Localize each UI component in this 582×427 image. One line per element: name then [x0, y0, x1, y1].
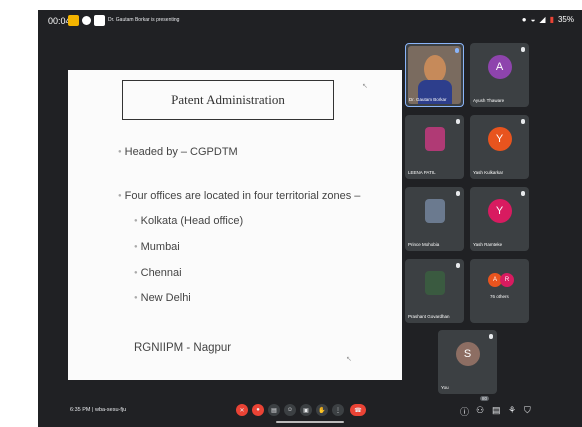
system-indicators: ● ◒ ◢ ▮ 35% — [522, 15, 574, 24]
presenting-label: Dr. Gautam Borkar is presenting — [108, 17, 180, 23]
host-controls-icon[interactable]: ⛉ — [524, 405, 531, 416]
participant-tile[interactable]: A Ayush Thaware — [470, 43, 529, 107]
participant-name: LEENA PATIL — [408, 170, 436, 175]
headed-by-line: ● Headed by – CGPDTM — [118, 146, 238, 158]
mic-off-icon — [456, 119, 460, 124]
raise-hand-button[interactable]: ✋ — [316, 404, 328, 416]
present-button[interactable]: ▣ — [300, 404, 312, 416]
speaking-icon — [455, 48, 459, 53]
mic-off-icon — [521, 47, 525, 52]
mic-off-icon — [521, 119, 525, 124]
participant-tile[interactable]: LEENA PATIL — [405, 115, 464, 179]
participant-name: Yash Kulkarkar — [473, 170, 504, 175]
participant-count-badge: 80 — [480, 396, 490, 401]
avatar: Y — [487, 127, 512, 151]
status-bar: 00:04 Dr. Gautam Borkar is presenting ● … — [38, 10, 582, 32]
bullet-icon: ● — [134, 218, 138, 225]
chat-icon[interactable]: ▤ — [492, 405, 501, 416]
signal-icon: ◢ — [539, 15, 546, 24]
mic-off-icon — [456, 191, 460, 196]
office-item: ● New Delhi — [134, 292, 191, 304]
speaker-face — [424, 55, 446, 83]
cursor-icon: ↖ — [346, 356, 352, 363]
self-tile[interactable]: S You — [438, 330, 497, 394]
meeting-toolbar: 6:35 PM | wba-sesu-fju ✕ ● ▤ ☺ ▣ ✋ ⋮ ☎ ⓘ… — [38, 396, 582, 427]
avatar: R — [500, 273, 514, 287]
leave-call-button[interactable]: ☎ — [350, 404, 366, 416]
captions-button[interactable]: ▤ — [268, 404, 280, 416]
office-item: ● Chennai — [134, 267, 182, 279]
avatar: A — [487, 55, 512, 79]
info-icon[interactable]: ⓘ — [460, 405, 469, 418]
avatar: S — [455, 342, 480, 366]
others-count: 76 others — [490, 294, 509, 299]
avatar: Y — [487, 199, 512, 223]
profile-photo — [424, 271, 445, 295]
presented-slide: Patent Administration ↖ ● Headed by – CGP… — [68, 70, 402, 380]
participant-tile[interactable]: Y Yash Ramteke — [470, 187, 529, 251]
bullet-icon: ● — [134, 244, 138, 251]
office-item: ● Mumbai — [134, 241, 180, 253]
screen-share-icon — [94, 15, 105, 26]
offices-intro-line: ● Four offices are located in four territ… — [118, 190, 361, 202]
meeting-time-code: 6:35 PM | wba-sesu-fju — [70, 407, 127, 413]
activities-icon[interactable]: ⚘ — [508, 405, 516, 416]
meet-screen: 00:04 Dr. Gautam Borkar is presenting ● … — [38, 10, 582, 427]
camera-toggle-button[interactable]: ● — [252, 404, 264, 416]
location-icon: ● — [521, 15, 527, 24]
pointer-icon: ↖ — [362, 83, 368, 90]
slide-footer: RGNIIPM - Nagpur — [134, 342, 232, 354]
battery-percent: 35% — [557, 15, 574, 24]
participant-name: Yash Ramteke — [473, 242, 503, 247]
participant-name: Dr. Gautam Borkar — [409, 97, 447, 102]
participant-tile[interactable]: Prashant Govardhan — [405, 259, 464, 323]
person-icon — [82, 16, 91, 25]
participant-tile[interactable]: Prince Mohobia — [405, 187, 464, 251]
participant-tile[interactable]: Y Yash Kulkarkar — [470, 115, 529, 179]
profile-photo — [424, 127, 445, 151]
emoji-button[interactable]: ☺ — [284, 404, 296, 416]
battery-icon: ▮ — [549, 15, 554, 24]
participant-name: You — [441, 385, 449, 390]
office-item: ● Kolkata (Head office) — [134, 215, 244, 227]
profile-photo — [424, 199, 445, 223]
participant-tile[interactable]: Dr. Gautam Borkar — [405, 43, 464, 107]
notification-icon — [68, 15, 79, 26]
bullet-icon: ● — [118, 149, 122, 156]
more-options-button[interactable]: ⋮ — [332, 404, 344, 416]
bullet-icon: ● — [134, 270, 138, 277]
mic-off-icon — [456, 263, 460, 268]
mic-off-icon — [489, 334, 493, 339]
slide-title: Patent Administration — [122, 80, 334, 120]
participant-name: Prince Mohobia — [408, 242, 440, 247]
participant-name: Ayush Thaware — [473, 98, 505, 103]
mic-toggle-button[interactable]: ✕ — [236, 404, 248, 416]
mic-off-icon — [521, 191, 525, 196]
participant-name: Prashant Govardhan — [408, 314, 450, 319]
home-indicator — [276, 421, 344, 423]
others-tile[interactable]: A R 76 others — [470, 259, 529, 323]
wifi-icon: ◒ — [530, 15, 536, 24]
bullet-icon: ● — [134, 295, 138, 302]
bullet-icon: ● — [118, 193, 122, 200]
speaker-video — [408, 46, 461, 104]
people-icon[interactable]: ⚇ — [476, 405, 484, 416]
